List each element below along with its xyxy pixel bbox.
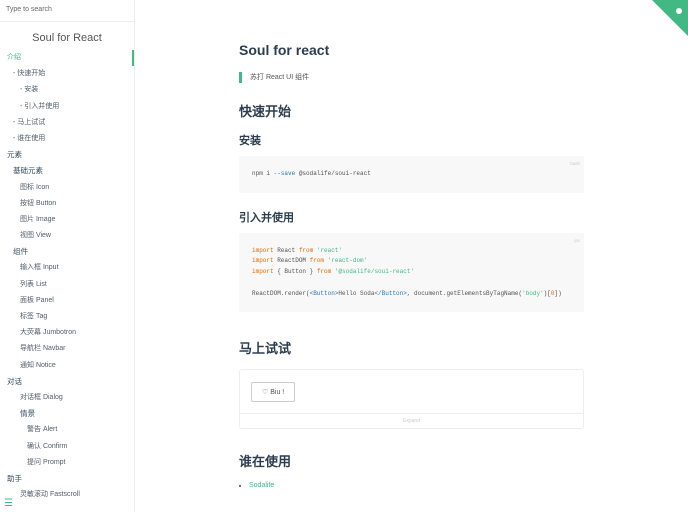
code-token: )[ [543,289,551,297]
sidebar-item[interactable]: 大荧幕 Jumbotron [0,325,134,341]
sidebar-item[interactable]: 灵敏滚动 Fastscroll [0,487,134,503]
code-token: { Button } [273,268,317,276]
code-text: --save [273,170,296,177]
page-title: Soul for react [239,42,330,58]
code-lang: bash [570,161,580,166]
users-list: Sodalife [239,482,584,489]
subtitle-quote: 苏打 React UI 组件 [239,72,584,83]
sidebar-item[interactable]: 确认 Confirm [0,439,134,455]
sidebar-item[interactable]: 元素 [0,147,134,163]
code-token: '@sodalife/soui-react' [334,268,415,276]
code-token: ReactDOM.render( [252,289,310,297]
expand-button[interactable]: Expand [240,413,583,428]
heading-try: 马上试试 [239,341,292,357]
sidebar-item[interactable]: 按钮 Button [0,196,134,212]
sidebar-item[interactable]: 对话框 Dialog [0,390,134,406]
sidebar-nav: 介绍 - 快速开始 - 安装 - 引入并使用 - 马上试试 - 谁在使用 元素 基础元素 图标 … [0,50,134,503]
menu-icon[interactable]: ☰ [4,498,13,509]
code-token: 'react' [316,246,343,254]
sidebar-item[interactable]: - 安装 [0,82,134,98]
biu-button[interactable]: ♡ Biu ! [251,382,296,403]
code-token: <Button> [309,289,339,297]
code-token: ]) [554,289,562,297]
code-lang: jsx [574,237,581,243]
code-block-import: jsx import React from 'react' import Reac… [239,232,584,313]
code-token: Hello Soda [338,289,375,297]
sidebar-item[interactable]: 标签 Tag [0,309,134,325]
content: Soul for react 苏打 React UI 组件 快速开始 安装 ba… [239,42,584,489]
sidebar-item[interactable]: - 谁在使用 [0,131,134,147]
heading-install: 安装 [239,135,261,147]
code-token: import [252,268,274,276]
code-text: @sodalife/soui-react [295,170,371,177]
code-token: 'react-dom' [327,257,368,265]
sidebar-item[interactable]: 情景 [0,406,134,422]
code-token: React [273,246,299,254]
brand-link[interactable]: Soul for React [0,32,134,44]
sidebar-item[interactable]: 警告 Alert [0,422,134,438]
heading-users: 谁在使用 [239,454,292,470]
sidebar-item[interactable]: 图片 Image [0,212,134,228]
code-block-install: bash npm i --save @sodalife/soui-react [239,156,584,193]
sidebar-item[interactable]: 介绍 [0,50,134,67]
sidebar-item[interactable]: 面板 Panel [0,293,134,309]
code-token: from [316,268,332,276]
code-token: from [298,246,314,254]
code-token: ReactDOM [273,257,310,265]
sidebar-item[interactable]: 列表 List [0,277,134,293]
sidebar-item[interactable]: - 引入并使用 [0,99,134,115]
sidebar: Type to search Soul for React 介绍 - 快速开始 - … [0,0,135,512]
github-corner-icon[interactable] [652,0,688,36]
heading-import: 引入并使用 [239,211,294,224]
search-input[interactable]: Type to search [0,0,134,22]
code-token: </Button> [374,289,407,297]
sidebar-item[interactable]: 视图 View [0,228,134,244]
sidebar-item[interactable]: - 马上试试 [0,115,134,131]
sidebar-item[interactable]: 基础元素 [0,163,134,179]
sidebar-item[interactable]: 助手 [0,471,134,487]
sidebar-item[interactable]: 通知 Notice [0,358,134,374]
sidebar-item[interactable]: 组件 [0,244,134,260]
sidebar-item[interactable]: 对话 [0,374,134,390]
code-text: npm i [252,170,274,177]
sodalife-link[interactable]: Sodalife [249,482,274,489]
code-token: import [252,246,274,254]
sidebar-item[interactable]: 图标 Icon [0,180,134,196]
code-token: 'body' [522,289,544,297]
code-token: , document.getElementsByTagName( [406,289,523,297]
sidebar-item[interactable]: 输入框 Input [0,260,134,276]
sidebar-item[interactable]: 导航栏 Navbar [0,341,134,357]
heading-quickstart: 快速开始 [239,104,292,119]
sidebar-item[interactable]: 提问 Prompt [0,455,134,471]
code-token: from [309,257,325,265]
sidebar-item[interactable]: - 快速开始 [0,66,134,82]
list-item: Sodalife [249,482,584,489]
code-token: import [252,257,274,265]
demo-box: ♡ Biu ! Expand [239,369,584,430]
